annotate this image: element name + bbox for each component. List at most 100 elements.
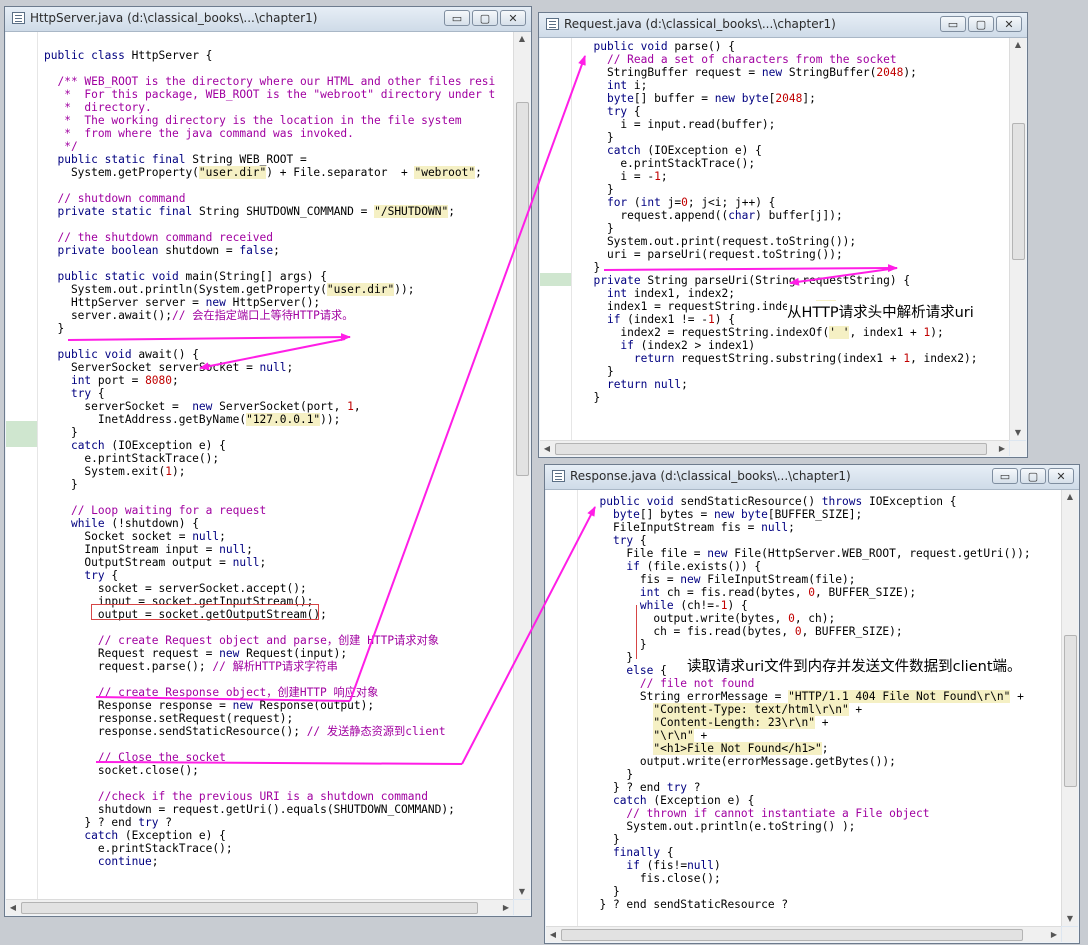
scroll-down-arrow-icon[interactable]: ▼ (514, 885, 530, 899)
code-line[interactable]: uri = parseUri(request.toString()); (580, 248, 843, 261)
code-line[interactable]: } (44, 478, 78, 491)
code-line[interactable]: try { (44, 387, 105, 400)
code-line[interactable]: "Content-Type: text/html\r\n" + (586, 703, 862, 716)
code-line[interactable]: while (!shutdown) { (44, 517, 199, 530)
code-line[interactable]: i = -1; (580, 170, 667, 183)
code-line[interactable]: return null; (580, 378, 688, 391)
hscroll-thumb[interactable] (555, 443, 987, 455)
scroll-down-arrow-icon[interactable]: ▼ (1010, 426, 1026, 440)
code-line[interactable]: // Read a set of characters from the soc… (580, 53, 897, 66)
code-line[interactable]: e.printStackTrace(); (580, 157, 755, 170)
code-line[interactable]: FileInputStream fis = null; (586, 521, 795, 534)
code-line[interactable]: HttpServer server = new HttpServer(); (44, 296, 320, 309)
code-line[interactable]: request.append((char) buffer[j]); (580, 209, 842, 222)
code-line[interactable]: System.out.print(request.toString()); (580, 235, 856, 248)
code-line[interactable]: try { (580, 105, 641, 118)
code-line[interactable]: return requestString.substring(index1 + … (580, 352, 978, 365)
code-line[interactable]: output.write(errorMessage.getBytes()); (586, 755, 896, 768)
code-line[interactable]: } (44, 322, 64, 335)
response-editor[interactable]: public void sendStaticResource() throws … (546, 490, 1061, 926)
horizontal-scrollbar[interactable]: ◀ ▶ (6, 899, 513, 915)
code-line[interactable]: for (int j=0; j<i; j++) { (580, 196, 775, 209)
code-line[interactable]: "Content-Length: 23\r\n" + (586, 716, 829, 729)
code-line[interactable]: if (file.exists()) { (586, 560, 761, 573)
code-line[interactable]: System.out.println(System.getProperty("u… (44, 283, 414, 296)
code-line[interactable]: int ch = fis.read(bytes, 0, BUFFER_SIZE)… (586, 586, 916, 599)
code-line[interactable]: catch (Exception e) { (586, 794, 754, 807)
code-line[interactable]: index2 = requestString.indexOf(' ', inde… (580, 326, 944, 339)
code-line[interactable]: ServerSocket serverSocket = null; (44, 361, 293, 374)
maximize-button[interactable]: ▢ (1020, 468, 1046, 484)
maximize-button[interactable]: ▢ (968, 16, 994, 32)
code-line[interactable]: Response response = new Response(output)… (44, 699, 374, 712)
code-line[interactable]: System.getProperty("user.dir") + File.se… (44, 166, 482, 179)
code-line[interactable]: } ? end try ? (44, 816, 172, 829)
code-line[interactable]: public void sendStaticResource() throws … (586, 495, 956, 508)
code-line[interactable]: while (ch!=-1) { (586, 599, 748, 612)
code-line[interactable]: if (index1 != -1) { (580, 313, 735, 326)
close-button[interactable]: ✕ (1048, 468, 1074, 484)
hscroll-thumb[interactable] (561, 929, 1023, 941)
code-line[interactable]: } (580, 365, 614, 378)
code-line[interactable]: public static final String WEB_ROOT = (44, 153, 306, 166)
code-line[interactable]: /** WEB_ROOT is the directory where our … (44, 75, 495, 88)
scroll-right-arrow-icon[interactable]: ▶ (1047, 927, 1061, 942)
scroll-up-arrow-icon[interactable]: ▲ (1010, 38, 1026, 52)
code-line[interactable]: // file not found (586, 677, 755, 690)
scroll-left-arrow-icon[interactable]: ◀ (6, 900, 20, 915)
scroll-up-arrow-icon[interactable]: ▲ (514, 32, 530, 46)
close-button[interactable]: ✕ (500, 10, 526, 26)
code-line[interactable]: try { (44, 569, 118, 582)
code-line[interactable]: output.write(bytes, 0, ch); (586, 612, 835, 625)
vertical-scrollbar[interactable]: ▲ ▼ (1061, 490, 1078, 926)
code-line[interactable]: e.printStackTrace(); (44, 842, 233, 855)
code-line[interactable]: fis.close(); (586, 872, 721, 885)
scroll-thumb[interactable] (516, 102, 529, 476)
response-code[interactable]: public void sendStaticResource() throws … (586, 495, 1030, 911)
code-line[interactable]: socket = serverSocket.accept(); (44, 582, 307, 595)
code-line[interactable]: // Loop waiting for a request (44, 504, 266, 517)
code-line[interactable]: public class HttpServer { (44, 49, 212, 62)
code-line[interactable]: byte[] buffer = new byte[2048]; (580, 92, 816, 105)
code-line[interactable]: } (580, 183, 614, 196)
code-line[interactable]: finally { (586, 846, 674, 859)
code-line[interactable]: serverSocket = new ServerSocket(port, 1, (44, 400, 360, 413)
code-line[interactable]: } (580, 222, 614, 235)
maximize-button[interactable]: ▢ (472, 10, 498, 26)
httpserver-editor[interactable]: public class HttpServer { /** WEB_ROOT i… (6, 32, 513, 899)
code-line[interactable]: request.parse(); // 解析HTTP请求字符串 (44, 660, 338, 673)
scroll-thumb[interactable] (1012, 123, 1025, 260)
scroll-left-arrow-icon[interactable]: ◀ (546, 927, 560, 942)
code-line[interactable]: */ (44, 140, 77, 153)
code-line[interactable]: ch = fis.read(bytes, 0, BUFFER_SIZE); (586, 625, 902, 638)
code-line[interactable]: private String parseUri(String requestSt… (580, 274, 910, 287)
code-line[interactable]: response.sendStaticResource(); // 发送静态资源… (44, 725, 446, 738)
code-line[interactable]: int index1, index2; (580, 287, 735, 300)
minimize-button[interactable]: ▭ (940, 16, 966, 32)
response-titlebar[interactable]: Response.java (d:\classical_books\...\ch… (545, 465, 1079, 490)
code-line[interactable]: Socket socket = null; (44, 530, 225, 543)
code-line[interactable]: fis = new FileInputStream(file); (586, 573, 856, 586)
code-line[interactable]: } (586, 833, 620, 846)
scroll-right-arrow-icon[interactable]: ▶ (499, 900, 513, 915)
code-line[interactable]: server.await();// 会在指定端口上等待HTTP请求。 (44, 309, 353, 322)
code-line[interactable]: private boolean shutdown = false; (44, 244, 279, 257)
code-line[interactable]: response.setRequest(request); (44, 712, 293, 725)
code-line[interactable]: String errorMessage = "HTTP/1.1 404 File… (586, 690, 1024, 703)
code-line[interactable]: // create Response object，创建HTTP 响应对象 (44, 686, 378, 699)
request-code[interactable]: public void parse() { // Read a set of c… (580, 40, 977, 404)
code-line[interactable]: InetAddress.getByName("127.0.0.1")); (44, 413, 340, 426)
scroll-down-arrow-icon[interactable]: ▼ (1062, 912, 1078, 926)
code-line[interactable]: } (586, 885, 620, 898)
code-line[interactable]: if (index2 > index1) (580, 339, 755, 352)
code-line[interactable]: } (586, 768, 633, 781)
code-line[interactable]: } (580, 131, 614, 144)
code-line[interactable]: Request request = new Request(input); (44, 647, 347, 660)
code-line[interactable]: OutputStream output = null; (44, 556, 266, 569)
horizontal-scrollbar[interactable]: ◀ ▶ (540, 440, 1009, 456)
code-line[interactable]: "<h1>File Not Found</h1>"; (586, 742, 829, 755)
minimize-button[interactable]: ▭ (444, 10, 470, 26)
code-line[interactable]: public void parse() { (580, 40, 734, 53)
code-line[interactable]: shutdown = request.getUri().equals(SHUTD… (44, 803, 455, 816)
code-line[interactable]: } (44, 426, 78, 439)
